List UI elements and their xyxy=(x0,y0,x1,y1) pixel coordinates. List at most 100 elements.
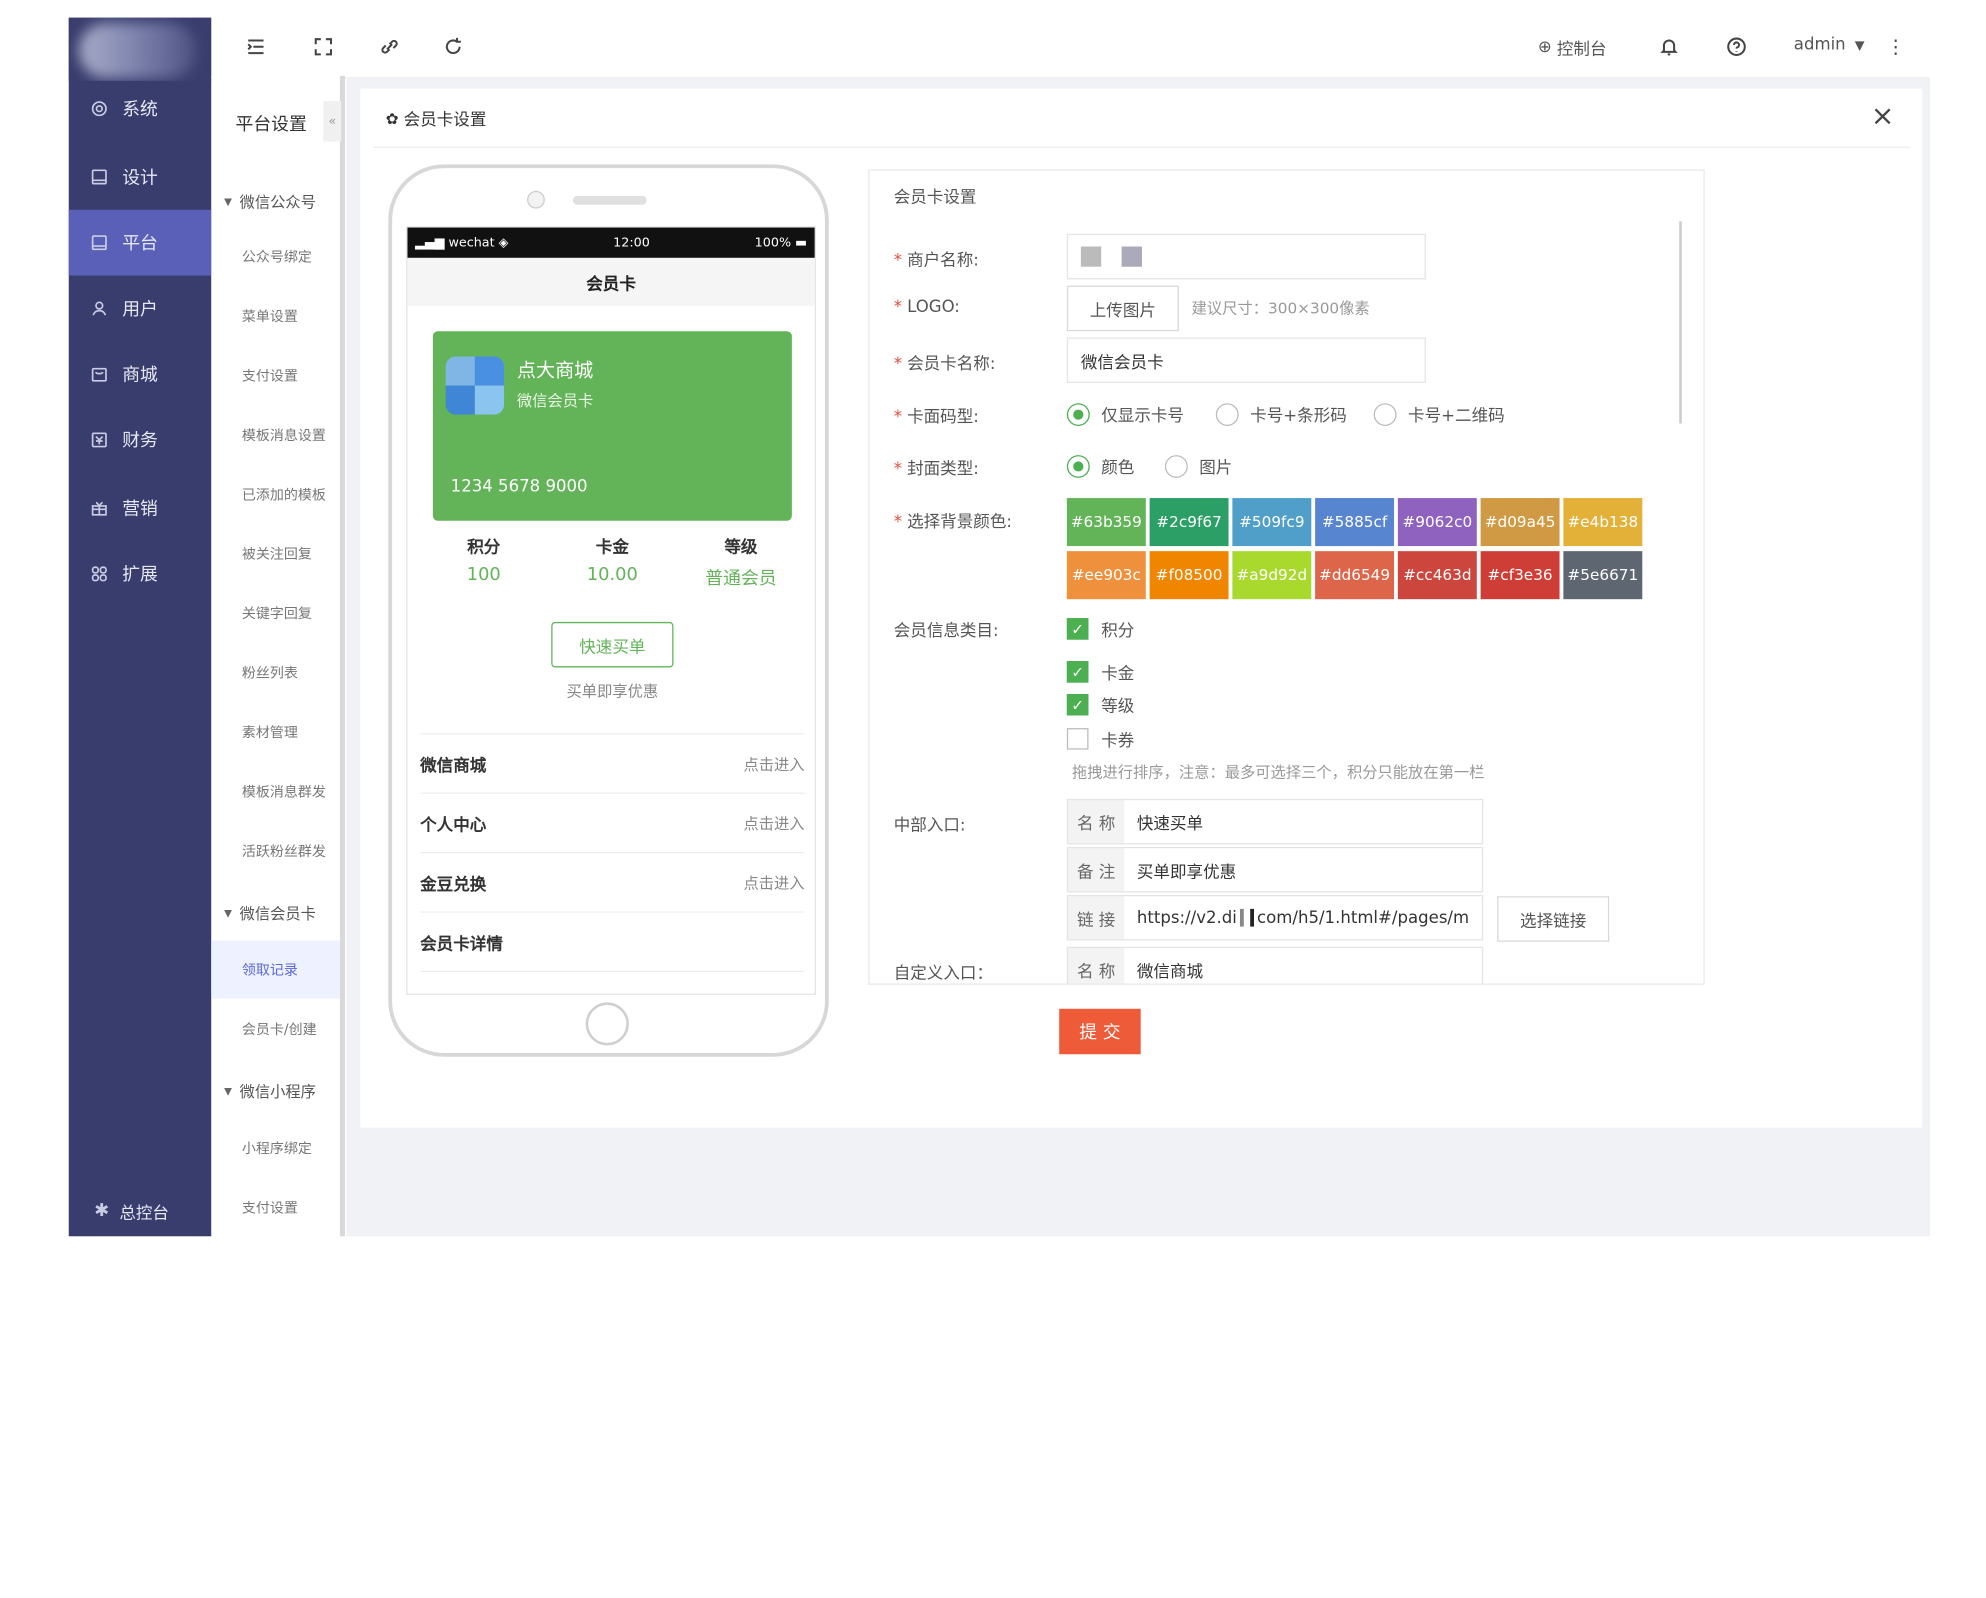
color-swatch[interactable]: #ee903c xyxy=(1066,551,1146,600)
submenu-item[interactable]: 活跃粉丝群发 xyxy=(211,822,340,880)
phone-nav-title: 会员卡 xyxy=(407,257,815,306)
upload-image-button[interactable]: 上传图片 xyxy=(1066,285,1179,332)
phone-screen: ▂▄▆ wechat ◈ 12:00 100% ▬ 会员卡 点大商城 微信会员卡… xyxy=(406,226,817,995)
color-swatch[interactable]: #5e6671 xyxy=(1563,551,1643,600)
submenu-item[interactable]: 菜单设置 xyxy=(211,287,340,345)
cover-type-radio[interactable]: 图片 xyxy=(1164,454,1232,478)
rail-item[interactable]: 系统 xyxy=(69,76,212,142)
submenu-item[interactable]: 粉丝列表 xyxy=(211,643,340,701)
merchant-name-label: * 商户名称: xyxy=(893,251,979,271)
submenu-item[interactable]: 小程序绑定 xyxy=(211,1119,340,1177)
rail-item-label: 扩展 xyxy=(122,565,158,586)
phone-camera xyxy=(527,190,545,209)
submenu-group[interactable]: ▼ 微信会员卡 xyxy=(224,903,316,924)
mid-note-input[interactable]: 买单即享优惠 xyxy=(1124,846,1484,893)
user-menu[interactable]: admin ▼ xyxy=(1794,35,1865,54)
rail-item[interactable]: 扩展 xyxy=(69,541,212,607)
card-subtitle: 微信会员卡 xyxy=(516,391,594,410)
submenu-item[interactable]: 领取记录 xyxy=(211,940,340,999)
submenu-item[interactable]: 关键字回复 xyxy=(211,584,340,642)
color-swatch[interactable]: #dd6549 xyxy=(1315,551,1395,600)
mid-note-addon: 备 注 xyxy=(1066,846,1126,893)
help-icon[interactable] xyxy=(1723,33,1751,61)
info-checkbox[interactable]: ✓ 卡金 xyxy=(1066,660,1134,684)
select-link-button[interactable]: 选择链接 xyxy=(1497,896,1610,942)
submenu-group[interactable]: ▼ 微信小程序 xyxy=(224,1081,316,1102)
submenu-item[interactable]: 素材管理 xyxy=(211,703,340,761)
entry-row[interactable]: 微信商城 点击进入 xyxy=(420,733,805,792)
merchant-name-input[interactable] xyxy=(1066,233,1426,280)
submenu-item[interactable]: 被关注回复 xyxy=(211,525,340,583)
color-swatch[interactable]: #2c9f67 xyxy=(1149,498,1229,547)
rail-item[interactable]: 设计 xyxy=(69,144,212,210)
main-sidebar: 系统 设计 平台用户商城财务营销扩展 ✱ 总控台 xyxy=(68,17,212,1237)
code-type-radio[interactable]: 卡号+二维码 xyxy=(1373,402,1505,426)
console-link[interactable]: ⊕ 控制台 xyxy=(1538,35,1607,59)
card-name-input[interactable]: 微信会员卡 xyxy=(1066,337,1426,384)
code-type-label: * 卡面码型: xyxy=(893,408,979,428)
rail-item[interactable]: 用户 xyxy=(69,276,212,342)
rail-item[interactable]: 商城 xyxy=(69,341,212,407)
custom-name-input[interactable]: 微信商城 xyxy=(1124,946,1484,984)
info-checkbox[interactable]: ✓ 积分 xyxy=(1066,617,1134,641)
color-swatch[interactable]: #9062c0 xyxy=(1397,498,1477,547)
rail-item[interactable]: 财务 xyxy=(69,407,212,473)
color-swatch[interactable]: #a9d92d xyxy=(1232,551,1312,600)
color-swatch[interactable]: #63b359 xyxy=(1066,498,1146,547)
collapse-icon[interactable]: « xyxy=(323,101,342,142)
entry-row[interactable]: 个人中心 点击进入 xyxy=(420,792,805,852)
color-swatch[interactable]: #cf3e36 xyxy=(1480,551,1560,600)
color-swatch[interactable]: #cc463d xyxy=(1397,551,1477,600)
mid-link-input[interactable]: https://v2.di com/h5/1.html#/pages/m xyxy=(1124,894,1484,941)
link-icon[interactable] xyxy=(376,33,404,61)
stat-balance: 卡金 10.00 xyxy=(586,538,638,586)
code-type-radio[interactable]: 仅显示卡号 xyxy=(1066,402,1184,426)
submenu-item[interactable]: 支付设置 xyxy=(211,1178,340,1236)
mid-name-input[interactable]: 快速买单 xyxy=(1124,798,1484,845)
color-swatch[interactable]: #f08500 xyxy=(1149,551,1229,600)
color-swatch[interactable]: #509fc9 xyxy=(1232,498,1312,547)
entry-row[interactable]: 会员卡详情 xyxy=(420,911,805,970)
submenu-item[interactable]: 支付设置 xyxy=(211,346,340,404)
bell-icon[interactable] xyxy=(1655,33,1683,61)
color-swatch[interactable]: #e4b138 xyxy=(1563,498,1643,547)
refresh-icon[interactable] xyxy=(439,33,467,61)
more-vertical-icon[interactable]: ⋮ xyxy=(1882,33,1910,61)
brand-logo[interactable] xyxy=(68,17,212,81)
submenu-item[interactable]: 公众号绑定 xyxy=(211,228,340,286)
submenu-item[interactable]: 已添加的模板 xyxy=(211,465,340,523)
console-label: 控制台 xyxy=(1556,40,1607,60)
cover-type-radio[interactable]: 颜色 xyxy=(1066,454,1134,478)
info-checkbox[interactable]: 卡券 xyxy=(1066,727,1134,751)
info-checkbox[interactable]: ✓ 等级 xyxy=(1066,693,1134,717)
rail-item-label: 营销 xyxy=(122,499,158,520)
code-type-radio[interactable]: 卡号+条形码 xyxy=(1215,402,1347,426)
rail-item-label: 财务 xyxy=(122,431,158,452)
close-icon[interactable]: × xyxy=(1871,103,1894,132)
entry-row[interactable]: 金豆兑换 点击进入 xyxy=(420,852,805,911)
submenu-item[interactable]: 模板消息群发 xyxy=(211,762,340,820)
menu-toggle-icon[interactable] xyxy=(242,33,270,61)
color-swatch[interactable]: #5885cf xyxy=(1315,498,1395,547)
submenu-title: 平台设置 xyxy=(235,115,307,136)
globe-icon: ⊕ xyxy=(1537,37,1552,57)
rail-item[interactable]: 平台 xyxy=(68,209,212,276)
upload-hint: 建议尺寸：300×300像素 xyxy=(1191,299,1370,318)
submenu-item[interactable]: 会员卡/创建 xyxy=(211,1000,340,1058)
sub-sidebar: 平台设置 « ▼ 微信公众号 公众号绑定 菜单设置 支付设置 模板消息设置 已添加的模板 被关… xyxy=(211,75,346,1237)
stat-points: 积分 100 xyxy=(466,538,501,586)
carrier-label: ▂▄▆ wechat ◈ xyxy=(415,235,509,250)
panel-title: ✿ 会员卡设置 xyxy=(386,106,487,130)
form-scrollbar[interactable] xyxy=(1679,221,1682,424)
phone-home-button xyxy=(585,1002,629,1046)
submenu-group[interactable]: ▼ 微信公众号 xyxy=(224,191,316,212)
submenu-item[interactable]: 模板消息设置 xyxy=(211,406,340,464)
quick-buy-button[interactable]: 快速买单 xyxy=(551,621,674,668)
username: admin xyxy=(1793,35,1846,55)
color-swatch[interactable]: #d09a45 xyxy=(1480,498,1560,547)
rail-item-label: 用户 xyxy=(122,299,158,320)
console-home-link[interactable]: ✱ 总控台 xyxy=(69,1186,212,1237)
fullscreen-icon[interactable] xyxy=(309,33,337,61)
submit-button[interactable]: 提 交 xyxy=(1059,1008,1141,1055)
rail-item[interactable]: 营销 xyxy=(69,475,212,541)
